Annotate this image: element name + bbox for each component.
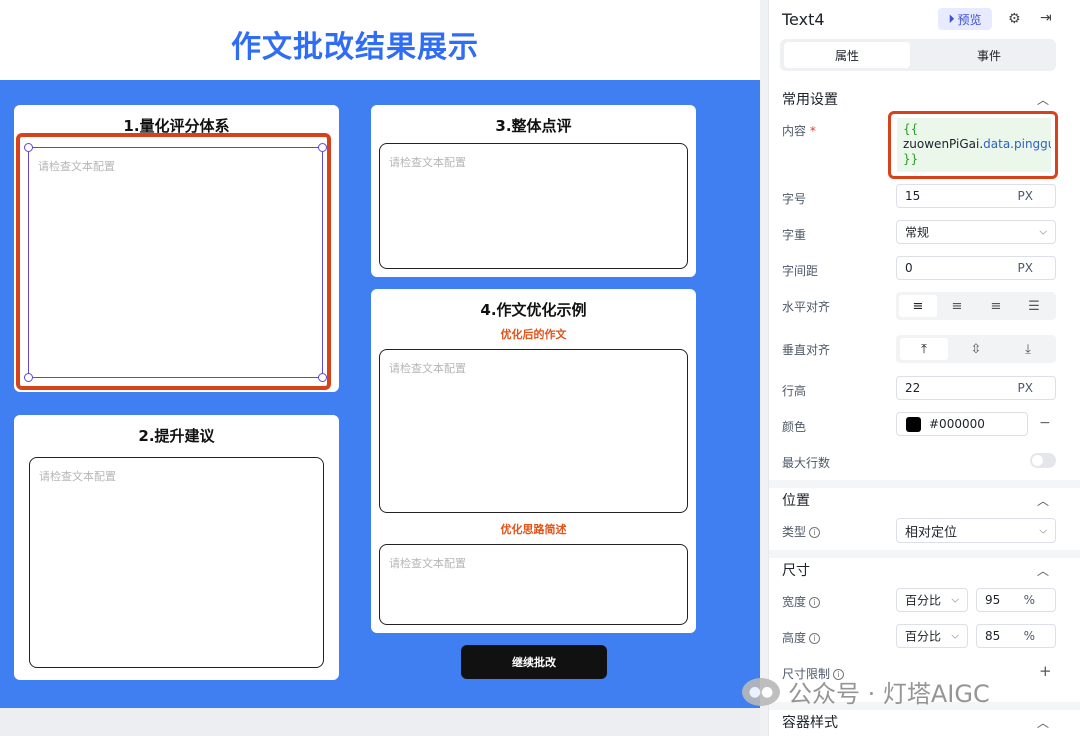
max-lines-toggle[interactable] <box>1030 453 1056 468</box>
design-canvas[interactable]: 作文批改结果展示 1.量化评分体系 请检查文本配置 2.提升建议 请检查文本配置… <box>0 0 760 736</box>
font-size-input[interactable]: 15 PX <box>896 184 1056 208</box>
wechat-logo-icon: ●● <box>742 677 780 706</box>
text4-selected-textbox[interactable]: 请检查文本配置 <box>28 147 323 378</box>
minus-icon[interactable]: − <box>1039 415 1051 431</box>
section-separator <box>769 480 1080 488</box>
v-align-segment: ⤒ ⇳ ⤓ <box>896 335 1056 363</box>
height-value-input[interactable]: 85% <box>976 624 1056 648</box>
color-label: 颜色 <box>782 420 807 434</box>
textbox-placeholder: 请检查文本配置 <box>389 557 466 570</box>
preview-button[interactable]: ⏵ 预览 <box>938 8 992 30</box>
align-right-icon[interactable]: ≡ <box>977 295 1015 317</box>
textbox-overall[interactable]: 请检查文本配置 <box>379 143 688 269</box>
canvas-bottom <box>0 708 760 736</box>
add-icon[interactable]: + <box>1039 662 1052 680</box>
font-weight-label: 字重 <box>782 228 807 242</box>
resize-handle-bottom-left[interactable] <box>24 373 33 382</box>
align-bottom-icon[interactable]: ⤓ <box>1004 338 1052 360</box>
chevron-down-icon: ⌵ <box>951 630 959 642</box>
width-value-input[interactable]: 95% <box>976 588 1056 612</box>
chevron-down-icon: ⌵ <box>1039 525 1047 536</box>
textbox-advice[interactable]: 请检查文本配置 <box>29 457 324 668</box>
textbox-placeholder: 请检查文本配置 <box>39 470 116 483</box>
content-label: 内容 * <box>782 124 816 138</box>
card-title-advice: 2.提升建议 <box>138 427 215 445</box>
section-common-settings[interactable]: 常用设置 <box>782 89 838 109</box>
align-top-icon[interactable]: ⤒ <box>900 338 948 360</box>
gear-icon[interactable]: ⚙ <box>1008 11 1021 27</box>
chevron-down-icon: ⌵ <box>951 594 959 606</box>
section-container-style[interactable]: 容器样式 <box>782 712 838 732</box>
panel-divider <box>760 0 768 736</box>
width-label: 宽度 i <box>782 593 821 610</box>
panel-tabs: 属性 事件 <box>780 39 1056 71</box>
watermark-text: 公众号 · 灯塔AIGC <box>788 680 990 708</box>
section-separator <box>769 550 1080 558</box>
resize-handle-top-left[interactable] <box>24 143 33 152</box>
chevron-up-icon[interactable]: ︿ <box>1037 91 1049 108</box>
textbox-placeholder: 请检查文本配置 <box>389 362 466 375</box>
h-align-label: 水平对齐 <box>782 300 831 314</box>
card-title-example: 4.作文优化示例 <box>480 301 587 319</box>
page-title[interactable]: 作文批改结果展示 <box>0 22 710 66</box>
watermark: ●● 公众号 · 灯塔AIGC <box>742 674 990 709</box>
type-label: 类型 i <box>782 523 821 540</box>
info-icon: i <box>809 527 821 538</box>
align-middle-icon[interactable]: ⇳ <box>952 338 1000 360</box>
textbox-optimized-essay[interactable]: 请检查文本配置 <box>379 349 688 513</box>
textbox-placeholder: 请检查文本配置 <box>389 156 466 169</box>
resize-handle-bottom-right[interactable] <box>318 373 327 382</box>
play-circle-icon: ⏵ <box>948 11 955 26</box>
continue-grading-button[interactable]: 继续批改 <box>461 645 607 679</box>
chevron-up-icon[interactable]: ︿ <box>1037 492 1049 509</box>
font-size-label: 字号 <box>782 192 807 206</box>
card-improvement-advice[interactable]: 2.提升建议 请检查文本配置 <box>14 415 339 680</box>
card-title-overall: 3.整体点评 <box>495 117 572 135</box>
h-align-segment: ≡ ≡ ≡ ☰ <box>896 292 1056 320</box>
resize-handle-top-right[interactable] <box>318 143 327 152</box>
info-icon: i <box>809 633 821 644</box>
info-icon: i <box>809 597 821 608</box>
chevron-up-icon[interactable]: ︿ <box>1037 562 1049 579</box>
v-align-label: 垂直对齐 <box>782 343 831 357</box>
content-expression-input[interactable]: {{ zuowenPiGai.data.pinggu }} <box>897 118 1051 172</box>
align-justify-icon[interactable]: ☰ <box>1015 295 1053 317</box>
card-overall-comment[interactable]: 3.整体点评 请检查文本配置 <box>371 105 696 277</box>
letter-spacing-input[interactable]: 0 PX <box>896 256 1056 280</box>
max-lines-label: 最大行数 <box>782 456 831 470</box>
height-mode-select[interactable]: 百分比 ⌵ <box>896 624 968 648</box>
align-left-icon[interactable]: ≡ <box>899 295 937 317</box>
line-height-label: 行高 <box>782 384 807 398</box>
color-input[interactable]: #000000 <box>896 412 1028 436</box>
tab-events[interactable]: 事件 <box>926 42 1052 68</box>
textbox-optimization-ideas[interactable]: 请检查文本配置 <box>379 544 688 625</box>
line-height-input[interactable]: 22 PX <box>896 376 1056 400</box>
sub-label-optimized-essay: 优化后的作文 <box>500 328 567 341</box>
textbox-placeholder: 请检查文本配置 <box>38 160 115 173</box>
letter-spacing-label: 字间距 <box>782 264 819 278</box>
position-type-select[interactable]: 相对定位 ⌵ <box>896 518 1056 543</box>
collapse-panel-icon[interactable]: ⇥ <box>1040 10 1052 26</box>
sub-label-optimization-ideas: 优化思路简述 <box>500 523 567 536</box>
width-mode-select[interactable]: 百分比 ⌵ <box>896 588 968 612</box>
section-size[interactable]: 尺寸 <box>782 560 810 580</box>
chevron-down-icon: ⌵ <box>1039 226 1047 238</box>
preview-label: 预览 <box>957 12 982 27</box>
section-position[interactable]: 位置 <box>782 490 810 510</box>
card-essay-example[interactable]: 4.作文优化示例 优化后的作文 请检查文本配置 优化思路简述 请检查文本配置 <box>371 289 696 633</box>
component-name: Text4 <box>782 10 825 29</box>
tab-properties[interactable]: 属性 <box>784 42 910 68</box>
font-weight-select[interactable]: 常规 ⌵ <box>896 220 1056 244</box>
align-center-icon[interactable]: ≡ <box>938 295 976 317</box>
color-swatch[interactable] <box>906 417 921 432</box>
title-bar: 作文批改结果展示 <box>0 0 760 80</box>
chevron-up-icon[interactable]: ︿ <box>1037 714 1049 731</box>
height-label: 高度 i <box>782 629 821 646</box>
properties-panel: Text4 ⏵ 预览 ⚙ ⇥ 属性 事件 常用设置 ︿ 内容 * {{ zuow… <box>768 0 1080 736</box>
